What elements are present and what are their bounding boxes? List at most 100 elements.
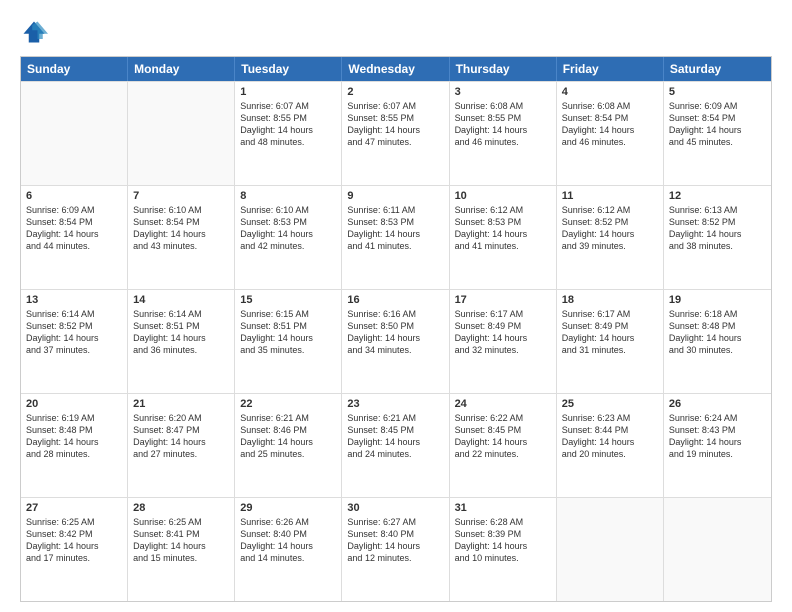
day-number: 6 [26, 190, 122, 202]
day-number: 25 [562, 398, 658, 410]
cell-info-line: and 44 minutes. [26, 240, 122, 252]
cell-info-line: Sunrise: 6:09 AM [26, 204, 122, 216]
header-day-tuesday: Tuesday [235, 57, 342, 81]
calendar-cell-3-4: 24Sunrise: 6:22 AMSunset: 8:45 PMDayligh… [450, 394, 557, 497]
cell-info-line: Sunrise: 6:08 AM [562, 100, 658, 112]
cell-info-line: Sunrise: 6:13 AM [669, 204, 766, 216]
cell-info-line: Sunset: 8:55 PM [240, 112, 336, 124]
cell-info-line: Daylight: 14 hours [669, 228, 766, 240]
cell-info-line: and 42 minutes. [240, 240, 336, 252]
cell-info-line: Sunrise: 6:23 AM [562, 412, 658, 424]
cell-info-line: and 47 minutes. [347, 136, 443, 148]
calendar-cell-2-0: 13Sunrise: 6:14 AMSunset: 8:52 PMDayligh… [21, 290, 128, 393]
cell-info-line: Sunset: 8:54 PM [26, 216, 122, 228]
calendar-cell-4-4: 31Sunrise: 6:28 AMSunset: 8:39 PMDayligh… [450, 498, 557, 601]
cell-info-line: and 48 minutes. [240, 136, 336, 148]
day-number: 15 [240, 294, 336, 306]
calendar-cell-3-6: 26Sunrise: 6:24 AMSunset: 8:43 PMDayligh… [664, 394, 771, 497]
cell-info-line: Daylight: 14 hours [562, 436, 658, 448]
cell-info-line: Sunset: 8:55 PM [347, 112, 443, 124]
cell-info-line: Sunrise: 6:20 AM [133, 412, 229, 424]
cell-info-line: Daylight: 14 hours [240, 124, 336, 136]
cell-info-line: Sunrise: 6:25 AM [26, 516, 122, 528]
cell-info-line: and 15 minutes. [133, 552, 229, 564]
calendar: SundayMondayTuesdayWednesdayThursdayFrid… [20, 56, 772, 602]
day-number: 9 [347, 190, 443, 202]
cell-info-line: Sunset: 8:40 PM [347, 528, 443, 540]
cell-info-line: and 41 minutes. [455, 240, 551, 252]
calendar-cell-4-3: 30Sunrise: 6:27 AMSunset: 8:40 PMDayligh… [342, 498, 449, 601]
calendar-cell-0-1 [128, 82, 235, 185]
cell-info-line: Daylight: 14 hours [133, 228, 229, 240]
day-number: 22 [240, 398, 336, 410]
calendar-header: SundayMondayTuesdayWednesdayThursdayFrid… [21, 57, 771, 81]
cell-info-line: Sunset: 8:45 PM [347, 424, 443, 436]
day-number: 2 [347, 86, 443, 98]
cell-info-line: Sunrise: 6:14 AM [133, 308, 229, 320]
cell-info-line: Daylight: 14 hours [669, 436, 766, 448]
cell-info-line: Sunrise: 6:28 AM [455, 516, 551, 528]
day-number: 12 [669, 190, 766, 202]
cell-info-line: Daylight: 14 hours [133, 540, 229, 552]
cell-info-line: Sunrise: 6:24 AM [669, 412, 766, 424]
cell-info-line: Sunrise: 6:25 AM [133, 516, 229, 528]
cell-info-line: and 31 minutes. [562, 344, 658, 356]
calendar-cell-2-4: 17Sunrise: 6:17 AMSunset: 8:49 PMDayligh… [450, 290, 557, 393]
calendar-cell-3-1: 21Sunrise: 6:20 AMSunset: 8:47 PMDayligh… [128, 394, 235, 497]
cell-info-line: Sunrise: 6:17 AM [455, 308, 551, 320]
cell-info-line: Daylight: 14 hours [347, 124, 443, 136]
calendar-cell-2-6: 19Sunrise: 6:18 AMSunset: 8:48 PMDayligh… [664, 290, 771, 393]
cell-info-line: Daylight: 14 hours [240, 228, 336, 240]
cell-info-line: Sunset: 8:54 PM [562, 112, 658, 124]
cell-info-line: Sunrise: 6:16 AM [347, 308, 443, 320]
calendar-row-3: 20Sunrise: 6:19 AMSunset: 8:48 PMDayligh… [21, 393, 771, 497]
cell-info-line: Sunrise: 6:07 AM [347, 100, 443, 112]
cell-info-line: Sunrise: 6:10 AM [240, 204, 336, 216]
calendar-cell-0-3: 2 Sunrise: 6:07 AMSunset: 8:55 PMDaylight… [342, 82, 449, 185]
cell-info-line: and 24 minutes. [347, 448, 443, 460]
cell-info-line: Daylight: 14 hours [455, 124, 551, 136]
calendar-cell-4-1: 28Sunrise: 6:25 AMSunset: 8:41 PMDayligh… [128, 498, 235, 601]
cell-info-line: Sunrise: 6:18 AM [669, 308, 766, 320]
day-number: 4 [562, 86, 658, 98]
cell-info-line: Sunset: 8:51 PM [240, 320, 336, 332]
cell-info-line: and 41 minutes. [347, 240, 443, 252]
cell-info-line: Sunset: 8:55 PM [455, 112, 551, 124]
cell-info-line: and 17 minutes. [26, 552, 122, 564]
cell-info-line: Sunset: 8:48 PM [669, 320, 766, 332]
cell-info-line: and 14 minutes. [240, 552, 336, 564]
cell-info-line: Daylight: 14 hours [455, 228, 551, 240]
day-number: 10 [455, 190, 551, 202]
cell-info-line: Sunrise: 6:15 AM [240, 308, 336, 320]
cell-info-line: Daylight: 14 hours [26, 228, 122, 240]
cell-info-line: Sunset: 8:39 PM [455, 528, 551, 540]
cell-info-line: Daylight: 14 hours [133, 436, 229, 448]
cell-info-line: Sunset: 8:51 PM [133, 320, 229, 332]
cell-info-line: Sunset: 8:49 PM [562, 320, 658, 332]
calendar-cell-1-3: 9Sunrise: 6:11 AMSunset: 8:53 PMDaylight… [342, 186, 449, 289]
cell-info-line: Daylight: 14 hours [455, 540, 551, 552]
calendar-cell-0-4: 3Sunrise: 6:08 AMSunset: 8:55 PMDaylight… [450, 82, 557, 185]
header-day-wednesday: Wednesday [342, 57, 449, 81]
cell-info-line: and 35 minutes. [240, 344, 336, 356]
calendar-cell-4-2: 29Sunrise: 6:26 AMSunset: 8:40 PMDayligh… [235, 498, 342, 601]
day-number: 5 [669, 86, 766, 98]
cell-info-line: Sunset: 8:43 PM [669, 424, 766, 436]
cell-info-line: Sunset: 8:53 PM [455, 216, 551, 228]
calendar-cell-2-1: 14Sunrise: 6:14 AMSunset: 8:51 PMDayligh… [128, 290, 235, 393]
page: SundayMondayTuesdayWednesdayThursdayFrid… [0, 0, 792, 612]
day-number: 30 [347, 502, 443, 514]
calendar-cell-1-0: 6 Sunrise: 6:09 AMSunset: 8:54 PMDaylight… [21, 186, 128, 289]
cell-info-line: Daylight: 14 hours [347, 436, 443, 448]
cell-info-line: Sunset: 8:54 PM [133, 216, 229, 228]
calendar-cell-0-0 [21, 82, 128, 185]
cell-info-line: Sunrise: 6:12 AM [455, 204, 551, 216]
day-number: 11 [562, 190, 658, 202]
day-number: 7 [133, 190, 229, 202]
cell-info-line: Daylight: 14 hours [240, 436, 336, 448]
day-number: 27 [26, 502, 122, 514]
calendar-cell-0-5: 4Sunrise: 6:08 AMSunset: 8:54 PMDaylight… [557, 82, 664, 185]
day-number: 13 [26, 294, 122, 306]
day-number: 21 [133, 398, 229, 410]
header-day-thursday: Thursday [450, 57, 557, 81]
